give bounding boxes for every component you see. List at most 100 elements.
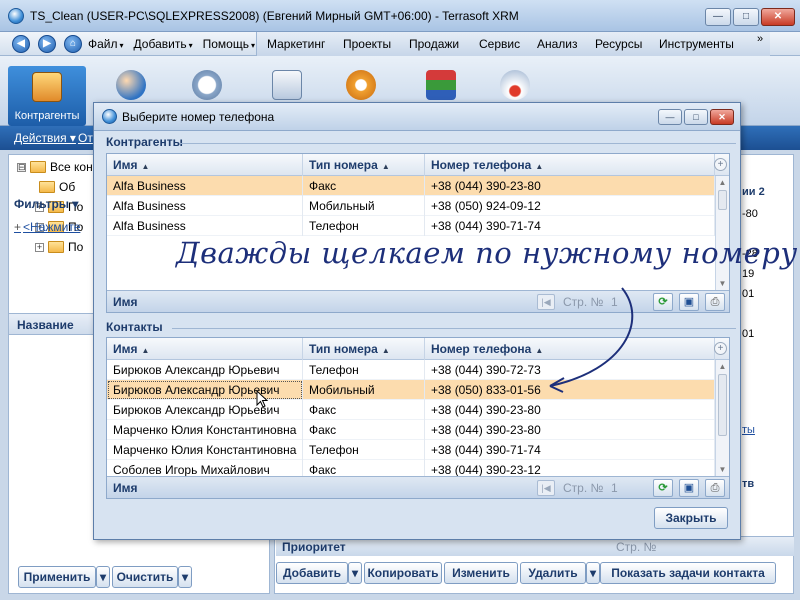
- page-label: Стр. №: [616, 540, 657, 554]
- add-dropdown[interactable]: ▾: [348, 562, 362, 584]
- accounts-section-title: Контрагенты: [106, 135, 183, 149]
- table-row[interactable]: Марченко Юлия Константиновна Факс +38 (0…: [107, 420, 729, 440]
- menu-bar: ◀ ▶ ⌂ Файл ▾ Добавить ▾ Помощь ▾ Маркетинг …: [0, 32, 800, 56]
- table-row[interactable]: Alfa Business Мобильный +38 (050) 924-09…: [107, 196, 729, 216]
- table-row[interactable]: Марченко Юлия Константиновна Телефон +38…: [107, 440, 729, 460]
- column-name[interactable]: Имя ▲: [107, 154, 303, 176]
- page-number[interactable]: 1: [611, 481, 618, 495]
- accounts-icon: [32, 72, 62, 102]
- grid-cell: -80: [742, 208, 758, 220]
- other-menu[interactable]: От: [78, 131, 93, 145]
- show-tasks-button[interactable]: Показать задачи контакта: [600, 562, 776, 584]
- grid-cell: 01: [742, 328, 755, 340]
- contacts-section-title: Контакты: [106, 320, 163, 334]
- filters-header[interactable]: Фильтры ▾: [14, 197, 78, 211]
- tree-item-all[interactable]: ⊟ Все конт: [17, 157, 98, 177]
- delete-dropdown[interactable]: ▾: [586, 562, 600, 584]
- copy-button[interactable]: Копировать: [364, 562, 442, 584]
- dialog-maximize-button[interactable]: □: [684, 109, 708, 125]
- delete-button[interactable]: Удалить: [520, 562, 586, 584]
- menu-sales[interactable]: Продажи: [409, 37, 459, 51]
- save-icon[interactable]: ▣: [679, 479, 699, 497]
- dialog-close-button[interactable]: ✕: [710, 109, 734, 125]
- gear-icon: [346, 70, 376, 100]
- first-page-button[interactable]: |◀: [537, 480, 555, 496]
- tree-item[interactable]: + По: [35, 237, 83, 257]
- dialog-minimize-button[interactable]: —: [658, 109, 682, 125]
- folder-icon: [30, 161, 46, 173]
- maximize-button[interactable]: □: [733, 8, 759, 26]
- dialog-title: Выберите номер телефона: [122, 110, 275, 124]
- close-button[interactable]: ✕: [761, 8, 795, 26]
- contacts-scrollbar[interactable]: ▲ ▼: [715, 360, 729, 476]
- clock-icon: [192, 70, 222, 100]
- menu-overflow[interactable]: »: [757, 33, 763, 45]
- window-titlebar: TS_Clean (USER-PC\SQLEXPRESS2008) (Евген…: [0, 0, 800, 32]
- add-column-icon[interactable]: +: [714, 158, 727, 171]
- grid-header-partial: тв: [742, 478, 755, 490]
- menu-service[interactable]: Сервис: [479, 37, 520, 51]
- save-icon[interactable]: ▣: [679, 293, 699, 311]
- refresh-icon[interactable]: ⟳: [653, 293, 673, 311]
- actions-menu[interactable]: Действия ▾: [14, 131, 76, 145]
- contacts-grid-footer: Имя |◀ Стр. № 1 ⟳ ▣ ⎙: [107, 476, 729, 498]
- mouse-cursor-icon: [256, 390, 269, 408]
- terrasoft-logo-icon: [8, 8, 24, 24]
- terrasoft-logo-icon: [102, 109, 117, 124]
- contacts-icon: [116, 70, 146, 100]
- menu-file[interactable]: Файл ▾: [88, 37, 124, 51]
- add-button[interactable]: Добавить: [276, 562, 348, 584]
- table-row[interactable]: Бирюков Александр Юрьевич Факс +38 (044)…: [107, 400, 729, 420]
- column-type[interactable]: Тип номера ▲: [303, 154, 425, 176]
- table-row[interactable]: Alfa Business Телефон +38 (044) 390-71-7…: [107, 216, 729, 236]
- print-icon[interactable]: ⎙: [705, 293, 725, 311]
- priority-label: Приоритет: [282, 540, 346, 554]
- footer-name-label: Имя: [113, 481, 138, 495]
- grid-cell: 01: [742, 288, 755, 300]
- menu-projects[interactable]: Проекты: [343, 37, 391, 51]
- dialog-titlebar: Выберите номер телефона — □ ✕: [94, 103, 740, 131]
- edit-button[interactable]: Изменить: [444, 562, 518, 584]
- page-label: Стр. №: [563, 481, 604, 495]
- tree-item[interactable]: Об: [39, 177, 75, 197]
- menu-tools[interactable]: Инструменты: [659, 37, 734, 51]
- clear-dropdown[interactable]: ▾: [178, 566, 192, 588]
- module-accounts[interactable]: Контрагенты: [8, 66, 86, 126]
- refresh-icon[interactable]: ⟳: [653, 479, 673, 497]
- table-row[interactable]: Alfa Business Факс +38 (044) 390-23-80: [107, 176, 729, 196]
- section-divider: [180, 143, 736, 144]
- column-type[interactable]: Тип номера ▲: [303, 338, 425, 360]
- minimize-button[interactable]: —: [705, 8, 731, 26]
- grid-link-partial[interactable]: ты: [742, 424, 755, 436]
- menu-help[interactable]: Помощь ▾: [203, 37, 255, 51]
- add-column-icon[interactable]: +: [714, 342, 727, 355]
- close-dialog-button[interactable]: Закрыть: [654, 507, 728, 529]
- footer-name-label: Имя: [113, 295, 138, 309]
- instruction-annotation: Дважды щелкаем по нужному номеру: [176, 236, 798, 270]
- apply-dropdown[interactable]: ▾: [96, 566, 110, 588]
- module-menu: Маркетинг Проекты Продажи Сервис Анализ …: [256, 32, 770, 56]
- menu-analysis[interactable]: Анализ: [537, 37, 578, 51]
- apply-button[interactable]: Применить: [18, 566, 96, 588]
- accounts-grid-header: Имя ▲ Тип номера ▲ Номер телефона ▲ +: [107, 154, 729, 176]
- menu-resources[interactable]: Ресурсы: [595, 37, 642, 51]
- clear-button[interactable]: Очистить: [112, 566, 178, 588]
- envelope-icon: [272, 70, 302, 100]
- add-filter-link[interactable]: + <Нажмите: [14, 220, 80, 234]
- column-name[interactable]: Имя ▲: [107, 338, 303, 360]
- menu-marketing[interactable]: Маркетинг: [267, 37, 325, 51]
- back-arrow-icon[interactable]: ◀: [12, 35, 30, 53]
- window-title: TS_Clean (USER-PC\SQLEXPRESS2008) (Евген…: [30, 9, 519, 23]
- gauge-icon: [500, 70, 530, 100]
- annotation-arrow-icon: [549, 287, 634, 393]
- menu-add[interactable]: Добавить ▾: [134, 37, 193, 51]
- home-icon[interactable]: ⌂: [64, 35, 82, 53]
- folder-icon: [48, 241, 64, 253]
- accounts-scrollbar[interactable]: ▲ ▼: [715, 176, 729, 290]
- books-icon: [426, 70, 456, 100]
- folder-icon: [39, 181, 55, 193]
- print-icon[interactable]: ⎙: [705, 479, 725, 497]
- forward-arrow-icon[interactable]: ▶: [38, 35, 56, 53]
- column-number[interactable]: Номер телефона ▲: [425, 154, 715, 176]
- section-divider: [172, 328, 736, 329]
